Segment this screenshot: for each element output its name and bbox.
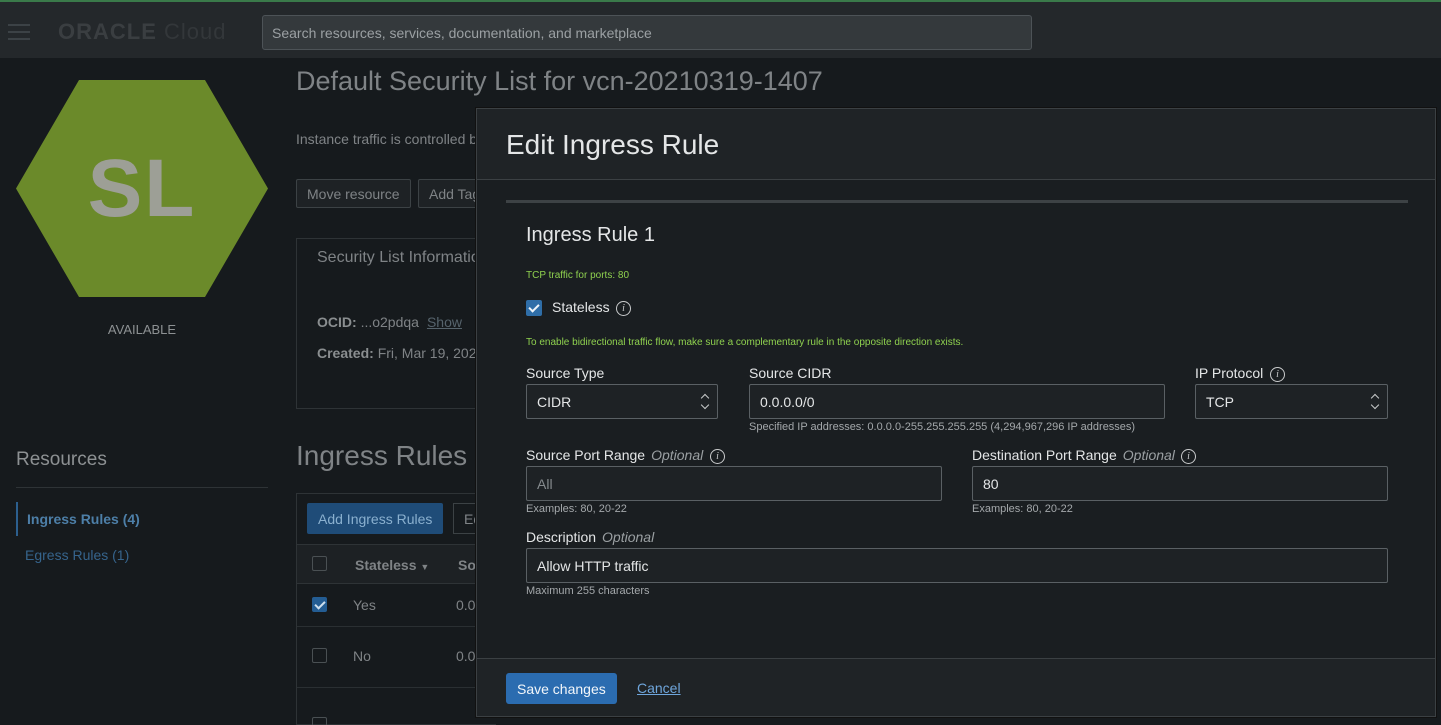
source-column-header[interactable]: Source [458,557,476,573]
rule-title: Ingress Rule 1 [526,224,655,246]
description-label: Description Optional [526,529,655,545]
source-cidr-input[interactable]: 0.0.0.0/0 [749,384,1165,419]
dialog-footer: Save changes Cancel [477,658,1435,716]
move-resource-button[interactable]: Move resource [296,179,411,208]
ip-protocol-label: IP Protocol [1195,365,1264,381]
page-description: Instance traffic is controlled b [296,131,478,147]
source-cidr-hint: Specified IP addresses: 0.0.0.0-255.255.… [749,421,1136,433]
info-panel-title: Security List Information [317,249,489,266]
destination-port-range-label: Destination Port Range Optional [972,447,1175,463]
ip-protocol-select[interactable]: TCP [1195,384,1388,419]
stateless-checkbox[interactable] [526,300,542,316]
traffic-summary: TCP traffic for ports: 80 [526,270,630,281]
info-icon[interactable]: i [1270,367,1285,382]
dialog-title: Edit Ingress Rule [506,129,720,160]
ingress-rules-heading: Ingress Rules [296,440,468,471]
info-icon[interactable]: i [1181,449,1196,464]
search-input[interactable]: Search resources, services, documentatio… [262,15,1032,50]
stateless-label: Stateless [552,299,610,315]
select-arrows-icon [701,394,709,410]
edit-ingress-rule-dialog: Edit Ingress Rule Ingress Rule 1 TCP tra… [476,108,1436,717]
source-type-select[interactable]: CIDR [526,384,718,419]
sidebar-item-egress-rules[interactable]: Egress Rules (1) [16,547,129,563]
table-cell-source: 0.0.0.0/0 [456,597,476,613]
destination-port-range-input[interactable]: 80 [972,466,1388,501]
table-cell-source: 0.0.0.0/0 [456,648,476,664]
status-label: AVAILABLE [107,322,177,337]
bidirectional-note: To enable bidirectional traffic flow, ma… [526,337,964,348]
row-checkbox[interactable] [312,717,327,725]
select-arrows-icon [1371,394,1379,410]
source-port-range-hint: Examples: 80, 20-22 [526,503,627,515]
row-divider [297,626,496,627]
source-port-range-input[interactable]: All [526,466,942,501]
page-title: Default Security List for vcn-20210319-1… [296,66,823,96]
source-type-label: Source Type [526,365,605,381]
row-checkbox[interactable] [312,597,327,612]
created-row: Created: Fri, Mar 19, 2021 [317,345,485,361]
security-list-hexagon-icon: SL [16,80,268,297]
row-divider [297,687,496,688]
info-icon[interactable]: i [616,301,631,316]
destination-port-range-hint: Examples: 80, 20-22 [972,503,1073,515]
row-checkbox[interactable] [312,648,327,663]
add-tags-button[interactable]: Add Tags [418,179,478,208]
cancel-link[interactable]: Cancel [637,680,681,696]
save-changes-button[interactable]: Save changes [506,673,617,704]
oracle-cloud-logo[interactable]: ORACLE Cloud [58,19,227,45]
source-port-range-label: Source Port Range Optional [526,447,704,463]
stateless-column-header[interactable]: Stateless ▼ [355,557,429,573]
info-icon[interactable]: i [710,449,725,464]
resources-heading: Resources [16,449,107,470]
sort-down-icon: ▼ [420,562,430,572]
add-ingress-rules-button[interactable]: Add Ingress Rules [307,503,444,534]
top-navigation-bar: ORACLE Cloud Search resources, services,… [0,0,1441,58]
divider [16,487,268,488]
source-cidr-label: Source CIDR [749,365,832,381]
dialog-header: Edit Ingress Rule [477,109,1435,180]
select-all-checkbox[interactable] [312,556,327,571]
sidebar-item-ingress-rules[interactable]: Ingress Rules (4) [16,502,140,536]
table-cell-stateless: No [353,648,371,664]
description-input[interactable]: Allow HTTP traffic [526,548,1388,583]
table-cell-stateless: Yes [353,597,376,613]
show-ocid-link[interactable]: Show [427,314,462,330]
description-hint: Maximum 255 characters [526,585,650,597]
ocid-row: OCID: ...o2pdqa Show [317,314,462,330]
hamburger-menu-icon[interactable] [8,24,30,40]
